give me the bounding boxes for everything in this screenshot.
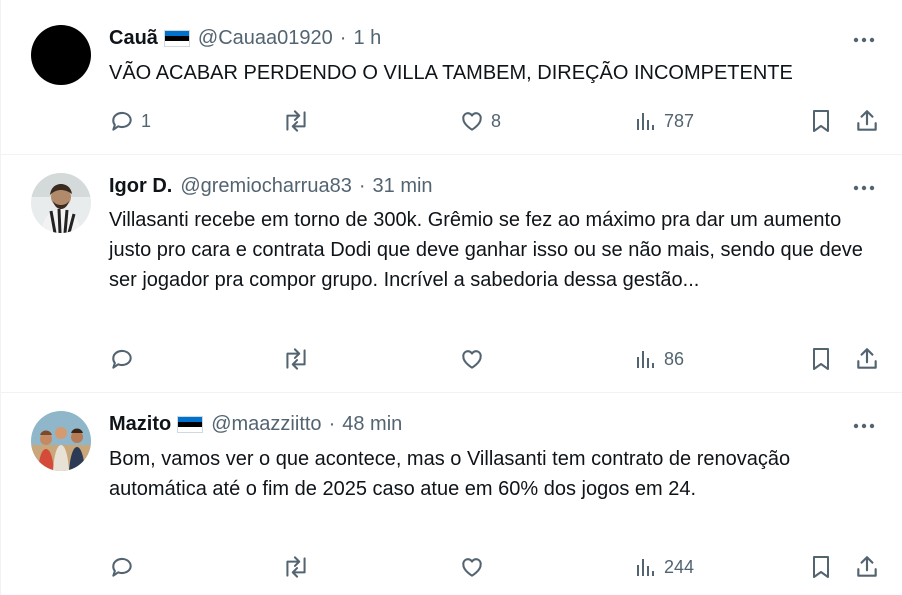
more-icon (853, 185, 875, 191)
views-icon (637, 351, 654, 368)
separator-dot: · (358, 175, 366, 197)
share-icon (857, 556, 877, 577)
like-count: 8 (491, 110, 502, 131)
separator-dot: · (328, 413, 336, 435)
estonia-flag-icon (177, 416, 204, 433)
timestamp[interactable]: 31 min (373, 175, 433, 198)
share-button[interactable] (854, 343, 880, 375)
reply-button[interactable] (109, 343, 141, 375)
tweet[interactable]: Igor D. @gremiocharrua83 · 31 min Villas… (1, 155, 902, 393)
display-name[interactable]: Igor D. (109, 175, 172, 198)
timestamp[interactable]: 48 min (342, 413, 402, 436)
more-icon (853, 423, 875, 429)
like-icon (462, 112, 482, 131)
share-button[interactable] (854, 105, 880, 137)
timestamp[interactable]: 1 h (353, 27, 381, 50)
like-icon (462, 558, 482, 577)
tweet-text: VÃO ACABAR PERDENDO O VILLA TAMBEM, DIRE… (109, 62, 793, 84)
user-handle[interactable]: @maazziitto (211, 413, 321, 436)
display-name[interactable]: Cauã (109, 27, 158, 50)
retweet-button[interactable] (281, 343, 317, 375)
tweet-header: Mazito @maazziitto · 48 min (109, 413, 402, 436)
reply-button[interactable] (109, 551, 141, 583)
retweet-icon (286, 110, 306, 132)
tweet-header: Cauã @Cauaa01920 · 1 h (109, 27, 381, 50)
reply-button[interactable]: 1 (109, 105, 151, 137)
bookmark-button[interactable] (809, 105, 833, 137)
tweet[interactable]: Mazito @maazziitto · 48 min Bom, vamos v… (1, 393, 902, 595)
views-icon (637, 113, 654, 130)
reply-count: 1 (141, 110, 152, 131)
retweet-button[interactable] (281, 551, 317, 583)
bookmark-button[interactable] (809, 551, 833, 583)
share-button[interactable] (854, 551, 880, 583)
like-button[interactable] (459, 551, 491, 583)
tweet-header: Igor D. @gremiocharrua83 · 31 min (109, 175, 433, 198)
bookmark-icon (813, 348, 829, 370)
bookmark-button[interactable] (809, 343, 833, 375)
avatar[interactable] (31, 173, 91, 233)
more-options-button[interactable] (849, 176, 879, 200)
estonia-flag-icon (163, 30, 190, 47)
more-options-button[interactable] (849, 414, 879, 438)
retweet-icon (286, 348, 306, 370)
views-button[interactable]: 787 (634, 105, 694, 137)
like-icon (462, 350, 482, 369)
more-icon (853, 37, 875, 43)
bookmark-icon (813, 556, 829, 578)
views-button[interactable]: 244 (634, 551, 694, 583)
user-handle[interactable]: @gremiocharrua83 (180, 175, 352, 198)
view-count: 244 (664, 556, 695, 577)
display-name[interactable]: Mazito (109, 413, 171, 436)
tweet-actions: 1 8 787 (109, 105, 889, 137)
separator-dot: · (339, 27, 347, 49)
avatar[interactable] (31, 411, 91, 471)
share-icon (857, 348, 877, 369)
views-icon (637, 559, 654, 576)
view-count: 787 (664, 110, 695, 131)
tweet-actions: 86 (109, 343, 889, 375)
tweet-text: Villasanti recebe em torno de 300k. Grêm… (109, 209, 863, 291)
like-button[interactable] (459, 343, 491, 375)
retweet-icon (286, 556, 306, 578)
share-icon (857, 110, 877, 131)
view-count: 86 (664, 348, 685, 369)
like-button[interactable]: 8 (459, 105, 501, 137)
views-button[interactable]: 86 (634, 343, 684, 375)
more-options-button[interactable] (849, 28, 879, 52)
avatar[interactable] (31, 25, 91, 85)
reply-icon (112, 557, 132, 577)
reply-icon (112, 349, 132, 369)
reply-icon (112, 111, 132, 131)
tweet[interactable]: Cauã @Cauaa01920 · 1 h VÃO ACABAR PERDEN… (1, 0, 902, 155)
bookmark-icon (813, 110, 829, 132)
user-handle[interactable]: @Cauaa01920 (198, 27, 333, 50)
tweet-feed: Cauã @Cauaa01920 · 1 h VÃO ACABAR PERDEN… (0, 0, 902, 595)
tweet-actions: 244 (109, 551, 889, 583)
retweet-button[interactable] (281, 105, 317, 137)
tweet-text: Bom, vamos ver o que acontece, mas o Vil… (109, 448, 791, 500)
